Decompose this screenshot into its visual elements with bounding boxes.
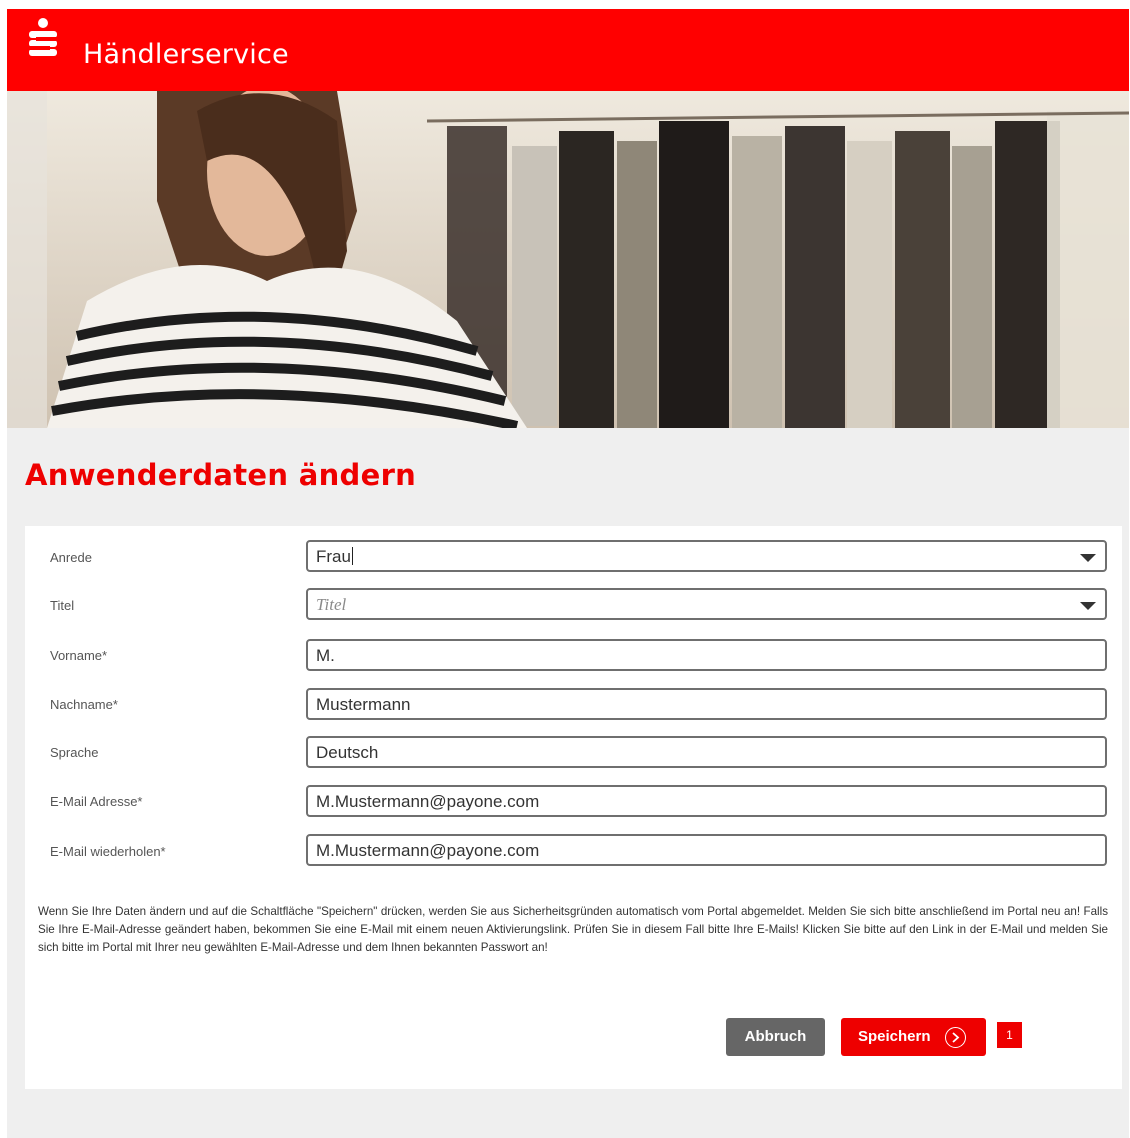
- vorname-value: M.: [316, 646, 335, 665]
- titel-placeholder: Titel: [316, 595, 347, 614]
- nachname-input[interactable]: Mustermann: [306, 688, 1107, 720]
- chevron-down-icon[interactable]: [1080, 554, 1096, 562]
- email-repeat-field[interactable]: M.Mustermann@payone.com: [306, 834, 1107, 866]
- security-notice: Wenn Sie Ihre Daten ändern und auf die S…: [38, 905, 1108, 954]
- cancel-button[interactable]: Abbruch: [726, 1018, 825, 1056]
- brand-title: Händlerservice: [83, 39, 289, 70]
- sprache-input[interactable]: Deutsch: [306, 736, 1107, 768]
- header-bar: Händlerservice: [7, 9, 1129, 91]
- save-button-label: Speichern: [858, 1028, 931, 1045]
- sparkasse-s-logo-icon: [29, 18, 57, 56]
- anrede-select[interactable]: Frau: [306, 540, 1107, 572]
- form-card: Anrede Frau Titel Titel Vorname* M. Nach…: [25, 526, 1122, 1089]
- text-cursor: [351, 547, 353, 565]
- email-value: M.Mustermann@payone.com: [316, 792, 540, 811]
- chevron-right-circle-icon: [945, 1027, 966, 1048]
- sprache-value: Deutsch: [316, 743, 379, 762]
- titel-label: Titel: [50, 598, 75, 613]
- anrede-value: Frau: [316, 547, 351, 566]
- nachname-label: Nachname*: [50, 697, 118, 712]
- page: Händlerservice Anwenderdaten ändern Anre…: [7, 9, 1129, 1138]
- step-marker-badge: 1: [997, 1022, 1022, 1048]
- sprache-label: Sprache: [50, 745, 99, 760]
- email-repeat-value: M.Mustermann@payone.com: [316, 841, 540, 860]
- chevron-down-icon[interactable]: [1080, 602, 1096, 610]
- vorname-label: Vorname*: [50, 648, 108, 663]
- vorname-input[interactable]: M.: [306, 639, 1107, 671]
- nachname-value: Mustermann: [316, 695, 411, 714]
- email-field[interactable]: M.Mustermann@payone.com: [306, 785, 1107, 817]
- email-repeat-label: E-Mail wiederholen*: [50, 844, 166, 859]
- page-title: Anwenderdaten ändern: [25, 458, 417, 492]
- anrede-label: Anrede: [50, 550, 92, 565]
- shopping-woman-hero-image: [7, 91, 1129, 428]
- titel-select[interactable]: Titel: [306, 588, 1107, 620]
- email-label: E-Mail Adresse*: [50, 794, 143, 809]
- save-button[interactable]: Speichern: [841, 1018, 986, 1056]
